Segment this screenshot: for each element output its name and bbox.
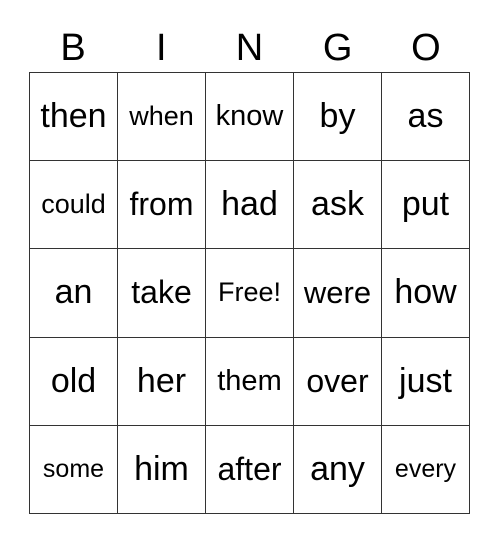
bingo-cell: after: [206, 425, 294, 514]
bingo-cell: could: [30, 161, 118, 250]
bingo-grid: then when know by as could from had ask …: [29, 72, 470, 514]
bingo-cell: her: [118, 337, 206, 426]
header-letter-b: B: [60, 27, 86, 69]
bingo-cell: by: [294, 73, 382, 162]
bingo-cell: know: [206, 73, 294, 162]
bingo-cell: over: [294, 337, 382, 426]
bingo-cell: as: [382, 73, 470, 162]
header-letter-g: G: [322, 27, 353, 69]
bingo-cell: when: [118, 73, 206, 162]
header-letter-n: N: [235, 27, 264, 69]
bingo-cell: from: [118, 161, 206, 250]
bingo-cell: were: [294, 249, 382, 338]
bingo-cell: then: [30, 73, 118, 162]
bingo-cell: had: [206, 161, 294, 250]
bingo-cell: some: [30, 425, 118, 514]
header-letter-o: O: [411, 27, 441, 69]
free-space-cell: Free!: [206, 249, 294, 338]
bingo-cell: old: [30, 337, 118, 426]
bingo-cell: him: [118, 425, 206, 514]
bingo-cell: every: [382, 425, 470, 514]
bingo-cell: an: [30, 249, 118, 338]
bingo-cell: any: [294, 425, 382, 514]
bingo-cell: ask: [294, 161, 382, 250]
bingo-cell: just: [382, 337, 470, 426]
bingo-cell: put: [382, 161, 470, 250]
bingo-cell: them: [206, 337, 294, 426]
bingo-header: B I N G O: [29, 26, 470, 70]
header-letter-i: I: [156, 27, 167, 69]
bingo-cell: take: [118, 249, 206, 338]
bingo-cell: how: [382, 249, 470, 338]
